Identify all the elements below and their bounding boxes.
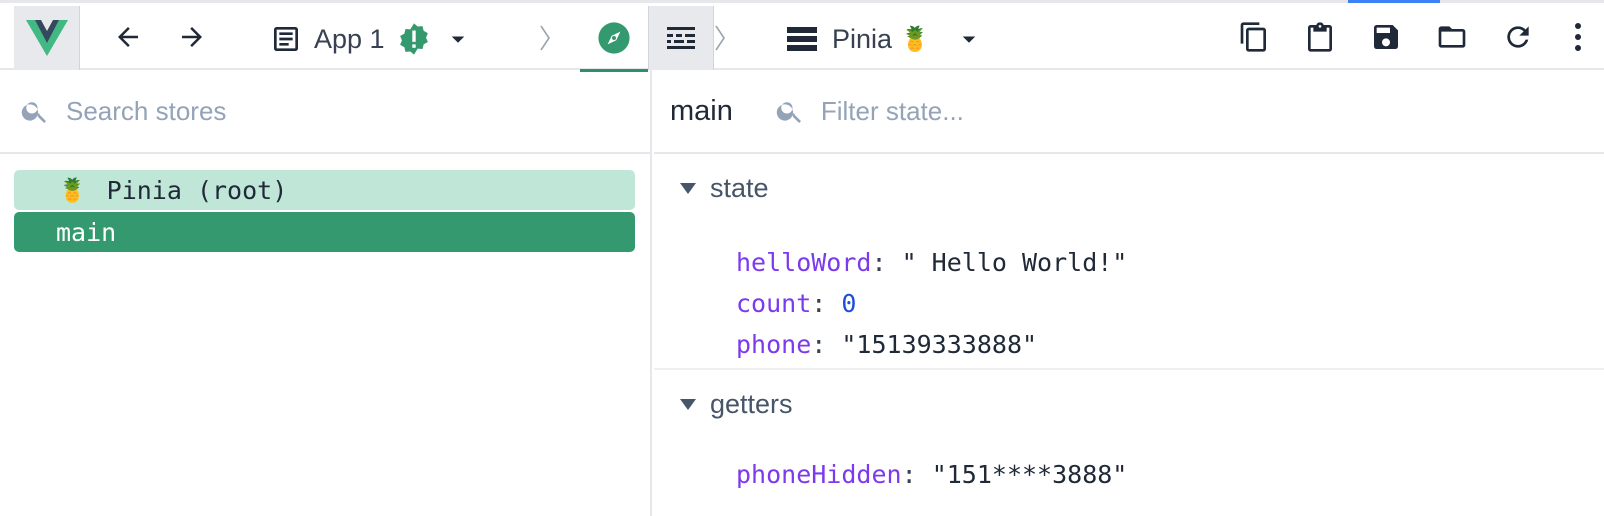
compass-icon (598, 21, 630, 54)
stores-pane: 🍍 Pinia (root) main (0, 70, 652, 516)
save-icon (1374, 25, 1398, 49)
collapse-caret-icon (680, 182, 696, 194)
getters-section-toggle[interactable]: getters (680, 386, 793, 422)
more-options-button[interactable] (1560, 13, 1596, 61)
state-prop-count[interactable]: count: 0 (736, 289, 856, 318)
refresh-button[interactable] (1494, 13, 1542, 61)
prop-key: phone (736, 330, 812, 359)
search-icon (776, 102, 801, 123)
tab-timeline[interactable] (648, 6, 714, 70)
timeline-icon (667, 27, 695, 49)
store-item-label: main (56, 217, 117, 247)
state-header: main (654, 70, 1604, 154)
copy-button[interactable] (1230, 13, 1278, 61)
state-prop-helloWord[interactable]: helloWord: " Hello World!" (736, 248, 1127, 277)
dropdown-caret-icon (451, 36, 464, 43)
breadcrumb-separator (535, 21, 555, 55)
warning-badge-icon (399, 23, 428, 55)
devtools-toolbar: App 1 Pinia 🍍 (0, 0, 1604, 72)
copy-icon (1240, 22, 1266, 52)
app-selector[interactable]: App 1 (270, 17, 473, 61)
prop-value: 0 (841, 289, 857, 318)
state-section-toggle[interactable]: state (680, 170, 769, 206)
app-name: App 1 (314, 23, 385, 54)
back-arrow-icon (118, 27, 138, 47)
tab-inspector[interactable] (580, 6, 648, 72)
selected-store-title: main (670, 94, 733, 127)
store-selector[interactable]: Pinia 🍍 (786, 17, 984, 61)
app-icon (274, 27, 298, 51)
open-folder-button[interactable] (1428, 13, 1476, 61)
store-item-pinia-root[interactable]: 🍍 Pinia (root) (14, 170, 635, 210)
prop-key: count (736, 289, 812, 318)
active-indicator (1348, 0, 1440, 3)
collapse-caret-icon (680, 398, 696, 410)
section-title: state (710, 172, 769, 203)
prop-value: "15139333888" (841, 330, 1038, 359)
prop-value: " Hello World!" (901, 248, 1128, 277)
search-icon (21, 102, 46, 123)
pineapple-icon: 🍍 (900, 25, 930, 53)
more-vert-icon (1575, 23, 1581, 51)
breadcrumb-separator (710, 21, 730, 55)
prop-key: helloWord (736, 248, 872, 277)
pineapple-icon: 🍍 (58, 177, 87, 204)
state-section: state helloWord: " Hello World!" count: … (654, 170, 1604, 370)
prop-value: "151****3888" (931, 460, 1128, 489)
stores-list-icon (787, 27, 817, 51)
vue-logo-button[interactable] (14, 6, 80, 70)
forward-arrow-icon (182, 27, 202, 47)
save-button[interactable] (1362, 13, 1410, 61)
filter-state-bar (775, 95, 1241, 127)
getter-prop-phoneHidden[interactable]: phoneHidden: "151****3888" (736, 460, 1127, 489)
store-search-bar (0, 70, 650, 154)
store-item-label: Pinia (root) (106, 175, 288, 205)
dropdown-caret-icon (962, 36, 976, 43)
vue-logo-icon (25, 20, 68, 56)
paste-button[interactable] (1296, 13, 1344, 61)
prop-key: phoneHidden (736, 460, 902, 489)
search-stores-input[interactable] (66, 95, 486, 127)
forward-button[interactable] (168, 13, 216, 61)
state-inspector-pane: main state helloWord: " Hello World!" co… (654, 70, 1604, 516)
getters-section: getters phoneHidden: "151****3888" (654, 386, 1604, 516)
section-title: getters (710, 388, 793, 419)
store-name: Pinia (832, 23, 893, 54)
folder-icon (1438, 26, 1466, 48)
refresh-icon (1507, 26, 1529, 48)
clipboard-icon (1308, 22, 1332, 52)
state-prop-phone[interactable]: phone: "15139333888" (736, 330, 1037, 359)
store-item-main[interactable]: main (14, 212, 635, 252)
filter-state-input[interactable] (820, 95, 1241, 127)
back-button[interactable] (104, 13, 152, 61)
